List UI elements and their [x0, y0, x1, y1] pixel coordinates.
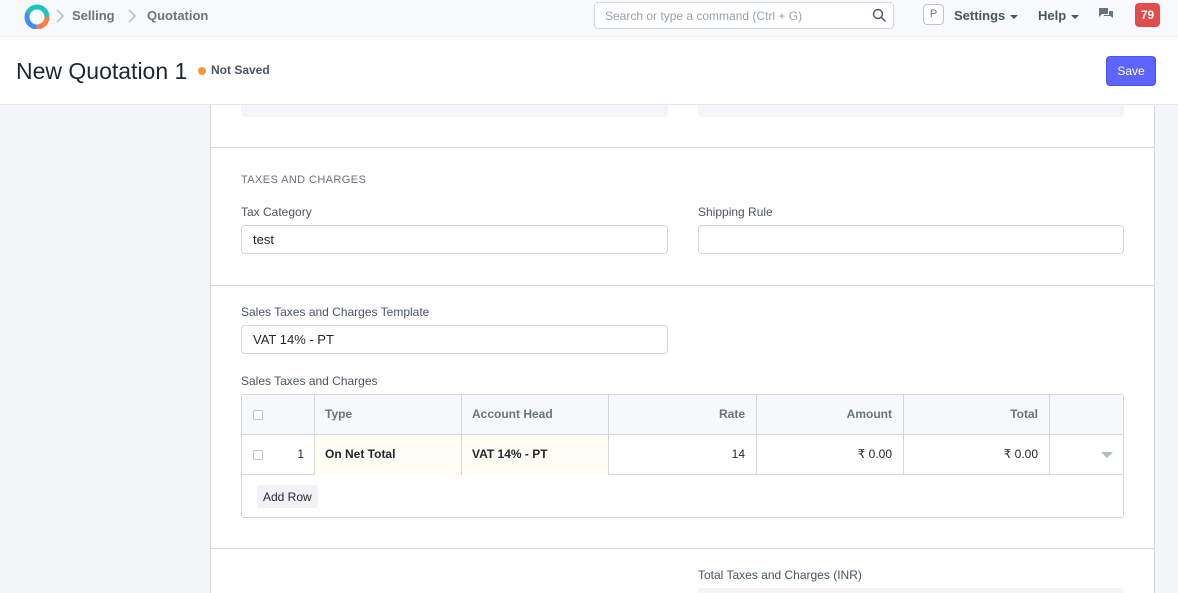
column-header-total: Total	[904, 395, 1050, 435]
help-menu[interactable]: Help	[1038, 8, 1080, 23]
cell-type[interactable]: On Net Total	[315, 435, 462, 475]
select-all-checkbox[interactable]	[253, 410, 263, 420]
tax-category-field[interactable]: test	[241, 225, 668, 254]
template-field[interactable]: VAT 14% - PT	[241, 325, 668, 354]
search-input[interactable]	[605, 3, 865, 28]
breadcrumb-quotation[interactable]: Quotation	[147, 8, 208, 23]
notification-badge[interactable]: 79	[1135, 3, 1160, 27]
chevron-right-icon	[128, 9, 137, 23]
template-label: Sales Taxes and Charges Template	[241, 305, 430, 319]
chevron-right-icon	[56, 9, 65, 23]
shipping-rule-field[interactable]	[698, 225, 1124, 254]
section-title-taxes: TAXES AND CHARGES	[241, 174, 367, 186]
taxes-table-label: Sales Taxes and Charges	[241, 374, 378, 388]
settings-menu[interactable]: Settings	[954, 8, 1019, 23]
row-index: 1	[297, 447, 304, 461]
section-divider	[211, 548, 1154, 549]
user-avatar[interactable]: P	[923, 4, 944, 25]
column-header-account-head: Account Head	[462, 395, 609, 435]
shipping-rule-label: Shipping Rule	[698, 205, 773, 219]
table-row[interactable]: 1 On Net Total VAT 14% - PT 14 ₹ 0.00 ₹ …	[242, 435, 1123, 475]
cell-total[interactable]: ₹ 0.00	[904, 435, 1050, 475]
add-row-button[interactable]: Add Row	[257, 485, 318, 508]
form-card: TAXES AND CHARGES Tax Category test Ship…	[210, 105, 1155, 593]
save-button[interactable]: Save	[1106, 56, 1156, 86]
section-divider	[211, 285, 1154, 286]
page-head: New Quotation 1 Not Saved Save	[0, 37, 1178, 105]
scrolled-field-left[interactable]	[241, 105, 668, 117]
breadcrumb-selling[interactable]: Selling	[72, 8, 115, 23]
row-checkbox[interactable]	[253, 450, 263, 460]
status-badge: Not Saved	[211, 63, 270, 77]
search-icon	[872, 8, 886, 22]
cell-amount[interactable]: ₹ 0.00	[757, 435, 904, 475]
caret-down-icon	[1071, 14, 1080, 19]
tax-category-label: Tax Category	[241, 205, 312, 219]
row-options-caret-icon[interactable]	[1101, 452, 1113, 458]
table-header: Type Account Head Rate Amount Total	[242, 395, 1123, 435]
row-select-cell: 1	[242, 435, 315, 475]
navbar: Selling Quotation P Settings Help 79	[0, 0, 1178, 37]
section-divider	[211, 147, 1154, 148]
caret-down-icon	[1010, 14, 1019, 19]
total-taxes-label: Total Taxes and Charges (INR)	[698, 568, 862, 582]
header-select-cell	[242, 395, 315, 435]
status-indicator-dot	[198, 67, 206, 75]
column-header-amount: Amount	[757, 395, 904, 435]
app-logo-icon[interactable]	[24, 3, 50, 29]
help-label: Help	[1038, 8, 1067, 23]
chat-icon[interactable]	[1098, 7, 1114, 21]
cell-account-head[interactable]: VAT 14% - PT	[462, 435, 609, 475]
taxes-table: Type Account Head Rate Amount Total 1 On…	[241, 394, 1124, 518]
total-taxes-field	[698, 588, 1124, 593]
column-header-type: Type	[315, 395, 462, 435]
cell-rate[interactable]: 14	[609, 435, 757, 475]
settings-label: Settings	[954, 8, 1006, 23]
scrolled-field-right[interactable]	[698, 105, 1124, 117]
page-title: New Quotation 1	[16, 58, 188, 84]
column-header-rate: Rate	[609, 395, 757, 435]
search-bar[interactable]	[594, 2, 894, 29]
